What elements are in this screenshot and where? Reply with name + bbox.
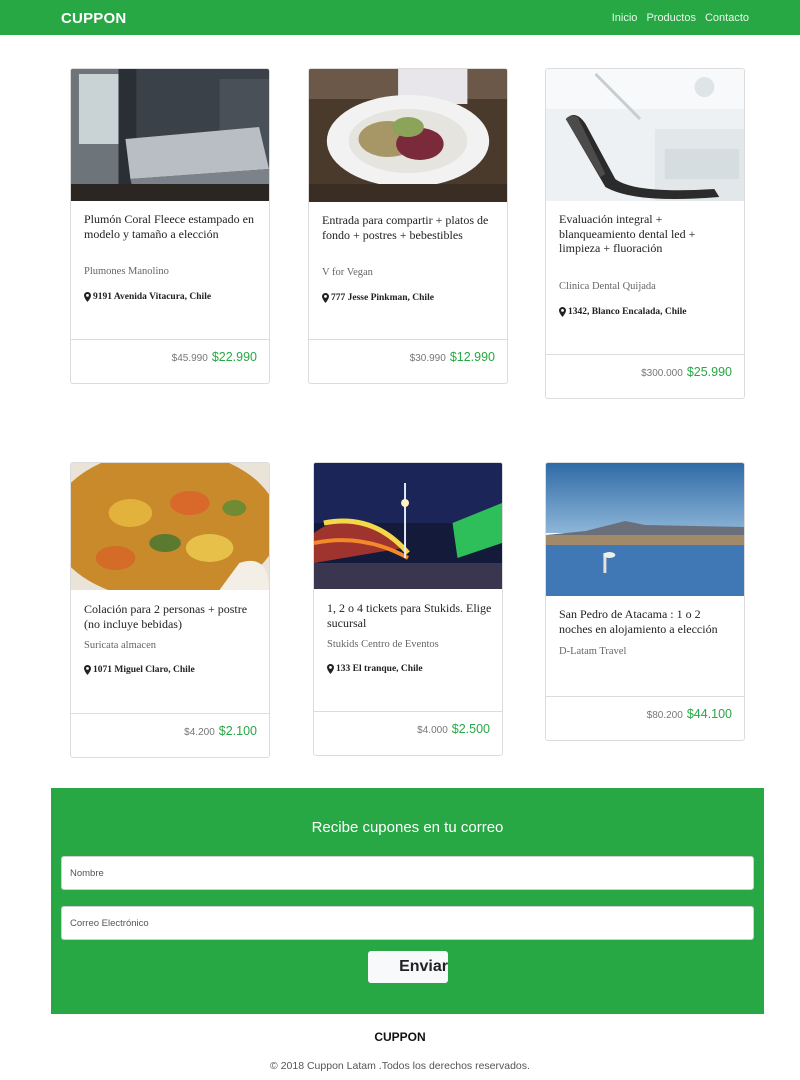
- merchant-address: 1071 Miguel Claro, Chile: [84, 665, 195, 675]
- food-dish-photo[interactable]: [71, 463, 269, 590]
- address-text: 777 Jesse Pinkman, Chile: [331, 293, 434, 303]
- address-text: 1071 Miguel Claro, Chile: [93, 665, 195, 675]
- card-footer: $80.200 $44.100: [546, 696, 744, 740]
- send-button[interactable]: Enviar: [368, 951, 448, 983]
- coupon-card[interactable]: Entrada para compartir + platos de fondo…: [308, 68, 508, 384]
- card-title[interactable]: 1, 2 o 4 tickets para Stukids. Elige suc…: [327, 601, 492, 630]
- merchant-name: V for Vegan: [322, 267, 373, 278]
- card-footer: $4.200 $2.100: [71, 713, 269, 757]
- coupon-card[interactable]: Evaluación integral + blanqueamiento den…: [545, 68, 745, 399]
- email-input[interactable]: [61, 906, 754, 940]
- address-text: 1342, Blanco Encalada, Chile: [568, 307, 687, 317]
- name-input[interactable]: [61, 856, 754, 890]
- atacama-lagoon-photo[interactable]: [546, 463, 744, 596]
- coupon-card[interactable]: 1, 2 o 4 tickets para Stukids. Elige suc…: [313, 462, 503, 756]
- map-pin-icon: [327, 664, 334, 674]
- coupon-card[interactable]: San Pedro de Atacama : 1 o 2 noches en a…: [545, 462, 745, 741]
- merchant-name: Stukids Centro de Eventos: [327, 639, 439, 650]
- new-price: $22.990: [211, 350, 257, 364]
- map-pin-icon: [84, 292, 91, 302]
- new-price: $25.990: [686, 365, 732, 379]
- card-title[interactable]: Entrada para compartir + platos de fondo…: [322, 213, 497, 242]
- nav-links: Inicio Productos Contacto: [612, 12, 749, 24]
- card-footer: $4.000 $2.500: [314, 711, 502, 755]
- merchant-address: 1342, Blanco Encalada, Chile: [559, 307, 687, 317]
- address-text: 133 El tranque, Chile: [336, 664, 423, 674]
- old-price: $30.990: [409, 353, 446, 364]
- salad-photo[interactable]: [309, 69, 507, 202]
- newsletter-title: Recibe cupones en tu correo: [311, 819, 504, 836]
- old-price: $80.200: [646, 710, 683, 721]
- new-price: $2.500: [451, 722, 490, 736]
- coupon-card[interactable]: Plumón Coral Fleece estampado en modelo …: [70, 68, 270, 384]
- old-price: $300.000: [641, 368, 683, 379]
- merchant-name: Clínica Dental Quijada: [559, 281, 656, 292]
- map-pin-icon: [559, 307, 566, 317]
- coupon-card[interactable]: Colación para 2 personas + postre (no in…: [70, 462, 270, 758]
- new-price: $44.100: [686, 707, 732, 721]
- address-text: 9191 Avenida Vitacura, Chile: [93, 292, 212, 302]
- map-pin-icon: [322, 293, 329, 303]
- dental-chair-photo[interactable]: [546, 69, 744, 201]
- old-price: $4.200: [184, 727, 215, 738]
- bedroom-photo[interactable]: [71, 69, 269, 201]
- brand-logo[interactable]: CUPPON: [61, 10, 126, 27]
- card-title[interactable]: Evaluación integral + blanqueamiento den…: [559, 212, 734, 256]
- footer-brand: CUPPON: [374, 1030, 426, 1044]
- footer-copyright: © 2018 Cuppon Latam .Todos los derechos …: [270, 1060, 530, 1072]
- new-price: $12.990: [449, 350, 495, 364]
- card-title[interactable]: Colación para 2 personas + postre (no in…: [84, 602, 259, 631]
- card-footer: $30.990 $12.990: [309, 339, 507, 383]
- new-price: $2.100: [218, 724, 257, 738]
- nav-link-productos[interactable]: Productos: [646, 12, 696, 24]
- card-title[interactable]: San Pedro de Atacama : 1 o 2 noches en a…: [559, 607, 734, 636]
- top-navbar: CUPPON Inicio Productos Contacto: [0, 0, 800, 35]
- card-footer: $45.990 $22.990: [71, 339, 269, 383]
- merchant-name: D-Latam Travel: [559, 646, 627, 657]
- old-price: $45.990: [171, 353, 208, 364]
- amusement-park-photo[interactable]: [314, 463, 502, 589]
- card-title[interactable]: Plumón Coral Fleece estampado en modelo …: [84, 212, 259, 241]
- map-pin-icon: [84, 665, 91, 675]
- merchant-address: 9191 Avenida Vitacura, Chile: [84, 292, 211, 302]
- merchant-address: 777 Jesse Pinkman, Chile: [322, 293, 434, 303]
- merchant-name: Plumones Manolino: [84, 266, 169, 277]
- newsletter-section: Recibe cupones en tu correo Enviar: [51, 788, 764, 1014]
- old-price: $4.000: [417, 725, 448, 736]
- nav-link-contacto[interactable]: Contacto: [705, 12, 749, 24]
- nav-link-inicio[interactable]: Inicio: [612, 12, 638, 24]
- merchant-address: 133 El tranque, Chile: [327, 664, 423, 674]
- card-footer: $300.000 $25.990: [546, 354, 744, 398]
- merchant-name: Suricata almacen: [84, 640, 157, 651]
